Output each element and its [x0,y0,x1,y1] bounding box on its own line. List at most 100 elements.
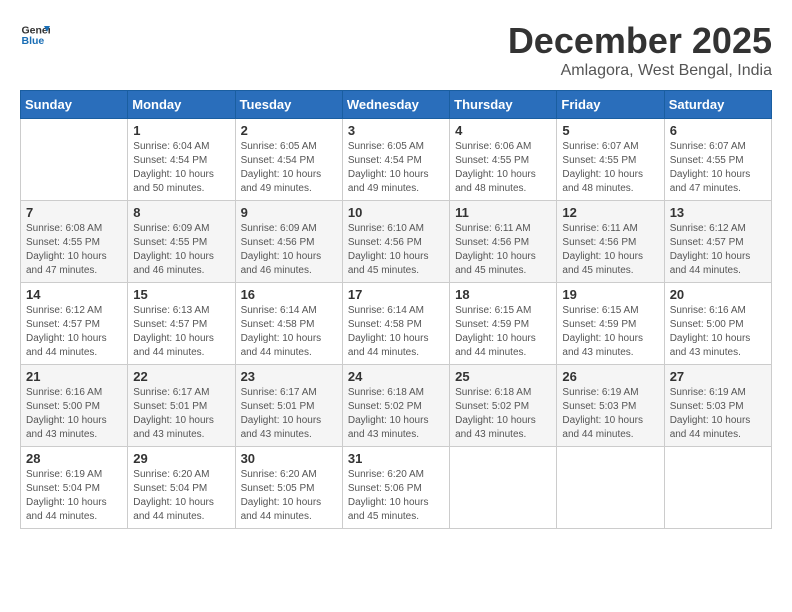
day-info: Sunrise: 6:07 AM Sunset: 4:55 PM Dayligh… [670,140,766,196]
day-info: Sunrise: 6:07 AM Sunset: 4:55 PM Dayligh… [562,140,658,196]
calendar-cell: 16 Sunrise: 6:14 AM Sunset: 4:58 PM Dayli… [235,283,342,365]
day-number: 27 [670,369,766,384]
day-info: Sunrise: 6:20 AM Sunset: 5:06 PM Dayligh… [348,468,444,524]
day-number: 13 [670,205,766,220]
day-info: Sunrise: 6:09 AM Sunset: 4:56 PM Dayligh… [241,222,337,278]
calendar-cell: 8 Sunrise: 6:09 AM Sunset: 4:55 PM Daylig… [128,201,235,283]
day-info: Sunrise: 6:19 AM Sunset: 5:03 PM Dayligh… [562,386,658,442]
day-info: Sunrise: 6:12 AM Sunset: 4:57 PM Dayligh… [26,304,122,360]
calendar-cell: 30 Sunrise: 6:20 AM Sunset: 5:05 PM Dayli… [235,447,342,529]
calendar-cell: 15 Sunrise: 6:13 AM Sunset: 4:57 PM Dayli… [128,283,235,365]
calendar-cell: 1 Sunrise: 6:04 AM Sunset: 4:54 PM Daylig… [128,119,235,201]
calendar-cell: 28Sunrise: 6:19 AM Sunset: 5:04 PM Dayli… [21,447,128,529]
calendar-week-row: 1 Sunrise: 6:04 AM Sunset: 4:54 PM Daylig… [21,119,772,201]
day-info: Sunrise: 6:04 AM Sunset: 4:54 PM Dayligh… [133,140,229,196]
day-of-week-header: Friday [557,91,664,119]
calendar-cell [557,447,664,529]
calendar-cell: 2Sunrise: 6:05 AM Sunset: 4:54 PM Daylig… [235,119,342,201]
day-number: 16 [241,287,337,302]
calendar-cell: 25 Sunrise: 6:18 AM Sunset: 5:02 PM Dayli… [450,365,557,447]
day-number: 28 [26,451,122,466]
day-info: Sunrise: 6:11 AM Sunset: 4:56 PM Dayligh… [455,222,551,278]
day-number: 9 [241,205,337,220]
day-number: 22 [133,369,229,384]
calendar-table: SundayMondayTuesdayWednesdayThursdayFrid… [20,90,772,529]
calendar-cell [21,119,128,201]
day-of-week-header: Tuesday [235,91,342,119]
location-title: Amlagora, West Bengal, India [508,62,772,80]
day-info: Sunrise: 6:11 AM Sunset: 4:56 PM Dayligh… [562,222,658,278]
day-number: 23 [241,369,337,384]
day-info: Sunrise: 6:14 AM Sunset: 4:58 PM Dayligh… [348,304,444,360]
day-number: 18 [455,287,551,302]
calendar-cell: 22Sunrise: 6:17 AM Sunset: 5:01 PM Dayli… [128,365,235,447]
day-number: 25 [455,369,551,384]
day-number: 30 [241,451,337,466]
calendar-cell: 10 Sunrise: 6:10 AM Sunset: 4:56 PM Dayli… [342,201,449,283]
day-number: 26 [562,369,658,384]
day-number: 1 [133,123,229,138]
day-of-week-header: Thursday [450,91,557,119]
day-info: Sunrise: 6:17 AM Sunset: 5:01 PM Dayligh… [241,386,337,442]
calendar-week-row: 7 Sunrise: 6:08 AM Sunset: 4:55 PM Daylig… [21,201,772,283]
day-number: 7 [26,205,122,220]
calendar-week-row: 21Sunrise: 6:16 AM Sunset: 5:00 PM Dayli… [21,365,772,447]
day-info: Sunrise: 6:08 AM Sunset: 4:55 PM Dayligh… [26,222,122,278]
day-number: 31 [348,451,444,466]
calendar-cell: 18 Sunrise: 6:15 AM Sunset: 4:59 PM Dayli… [450,283,557,365]
day-info: Sunrise: 6:18 AM Sunset: 5:02 PM Dayligh… [455,386,551,442]
calendar-header-row: SundayMondayTuesdayWednesdayThursdayFrid… [21,91,772,119]
day-number: 2 [241,123,337,138]
header: General Blue December 2025 Amlagora, Wes… [20,20,772,80]
day-number: 19 [562,287,658,302]
day-of-week-header: Saturday [664,91,771,119]
day-number: 12 [562,205,658,220]
day-info: Sunrise: 6:05 AM Sunset: 4:54 PM Dayligh… [348,140,444,196]
day-info: Sunrise: 6:20 AM Sunset: 5:05 PM Dayligh… [241,468,337,524]
calendar-cell: 17 Sunrise: 6:14 AM Sunset: 4:58 PM Dayli… [342,283,449,365]
day-number: 20 [670,287,766,302]
calendar-cell: 11 Sunrise: 6:11 AM Sunset: 4:56 PM Dayli… [450,201,557,283]
svg-text:Blue: Blue [22,35,45,47]
day-number: 11 [455,205,551,220]
logo-icon: General Blue [20,20,50,50]
calendar-cell [450,447,557,529]
day-info: Sunrise: 6:20 AM Sunset: 5:04 PM Dayligh… [133,468,229,524]
day-number: 15 [133,287,229,302]
day-info: Sunrise: 6:14 AM Sunset: 4:58 PM Dayligh… [241,304,337,360]
day-info: Sunrise: 6:16 AM Sunset: 5:00 PM Dayligh… [26,386,122,442]
logo: General Blue [20,20,50,50]
day-info: Sunrise: 6:15 AM Sunset: 4:59 PM Dayligh… [562,304,658,360]
day-number: 14 [26,287,122,302]
day-info: Sunrise: 6:13 AM Sunset: 4:57 PM Dayligh… [133,304,229,360]
calendar-cell: 31 Sunrise: 6:20 AM Sunset: 5:06 PM Dayli… [342,447,449,529]
day-info: Sunrise: 6:18 AM Sunset: 5:02 PM Dayligh… [348,386,444,442]
calendar-week-row: 28Sunrise: 6:19 AM Sunset: 5:04 PM Dayli… [21,447,772,529]
calendar-cell: 24 Sunrise: 6:18 AM Sunset: 5:02 PM Dayli… [342,365,449,447]
calendar-cell: 7 Sunrise: 6:08 AM Sunset: 4:55 PM Daylig… [21,201,128,283]
calendar-cell: 14 Sunrise: 6:12 AM Sunset: 4:57 PM Dayli… [21,283,128,365]
day-number: 24 [348,369,444,384]
calendar-cell: 4 Sunrise: 6:06 AM Sunset: 4:55 PM Daylig… [450,119,557,201]
calendar-cell: 12 Sunrise: 6:11 AM Sunset: 4:56 PM Dayli… [557,201,664,283]
day-number: 4 [455,123,551,138]
day-number: 10 [348,205,444,220]
day-info: Sunrise: 6:09 AM Sunset: 4:55 PM Dayligh… [133,222,229,278]
day-info: Sunrise: 6:15 AM Sunset: 4:59 PM Dayligh… [455,304,551,360]
day-info: Sunrise: 6:06 AM Sunset: 4:55 PM Dayligh… [455,140,551,196]
day-number: 8 [133,205,229,220]
calendar-cell: 13Sunrise: 6:12 AM Sunset: 4:57 PM Dayli… [664,201,771,283]
day-number: 17 [348,287,444,302]
calendar-cell: 20 Sunrise: 6:16 AM Sunset: 5:00 PM Dayli… [664,283,771,365]
calendar-cell: 29Sunrise: 6:20 AM Sunset: 5:04 PM Dayli… [128,447,235,529]
calendar-cell: 27Sunrise: 6:19 AM Sunset: 5:03 PM Dayli… [664,365,771,447]
day-info: Sunrise: 6:10 AM Sunset: 4:56 PM Dayligh… [348,222,444,278]
calendar-week-row: 14 Sunrise: 6:12 AM Sunset: 4:57 PM Dayli… [21,283,772,365]
day-of-week-header: Monday [128,91,235,119]
day-number: 3 [348,123,444,138]
calendar-cell [664,447,771,529]
day-info: Sunrise: 6:16 AM Sunset: 5:00 PM Dayligh… [670,304,766,360]
calendar-cell: 26 Sunrise: 6:19 AM Sunset: 5:03 PM Dayli… [557,365,664,447]
day-of-week-header: Sunday [21,91,128,119]
calendar-cell: 9 Sunrise: 6:09 AM Sunset: 4:56 PM Daylig… [235,201,342,283]
